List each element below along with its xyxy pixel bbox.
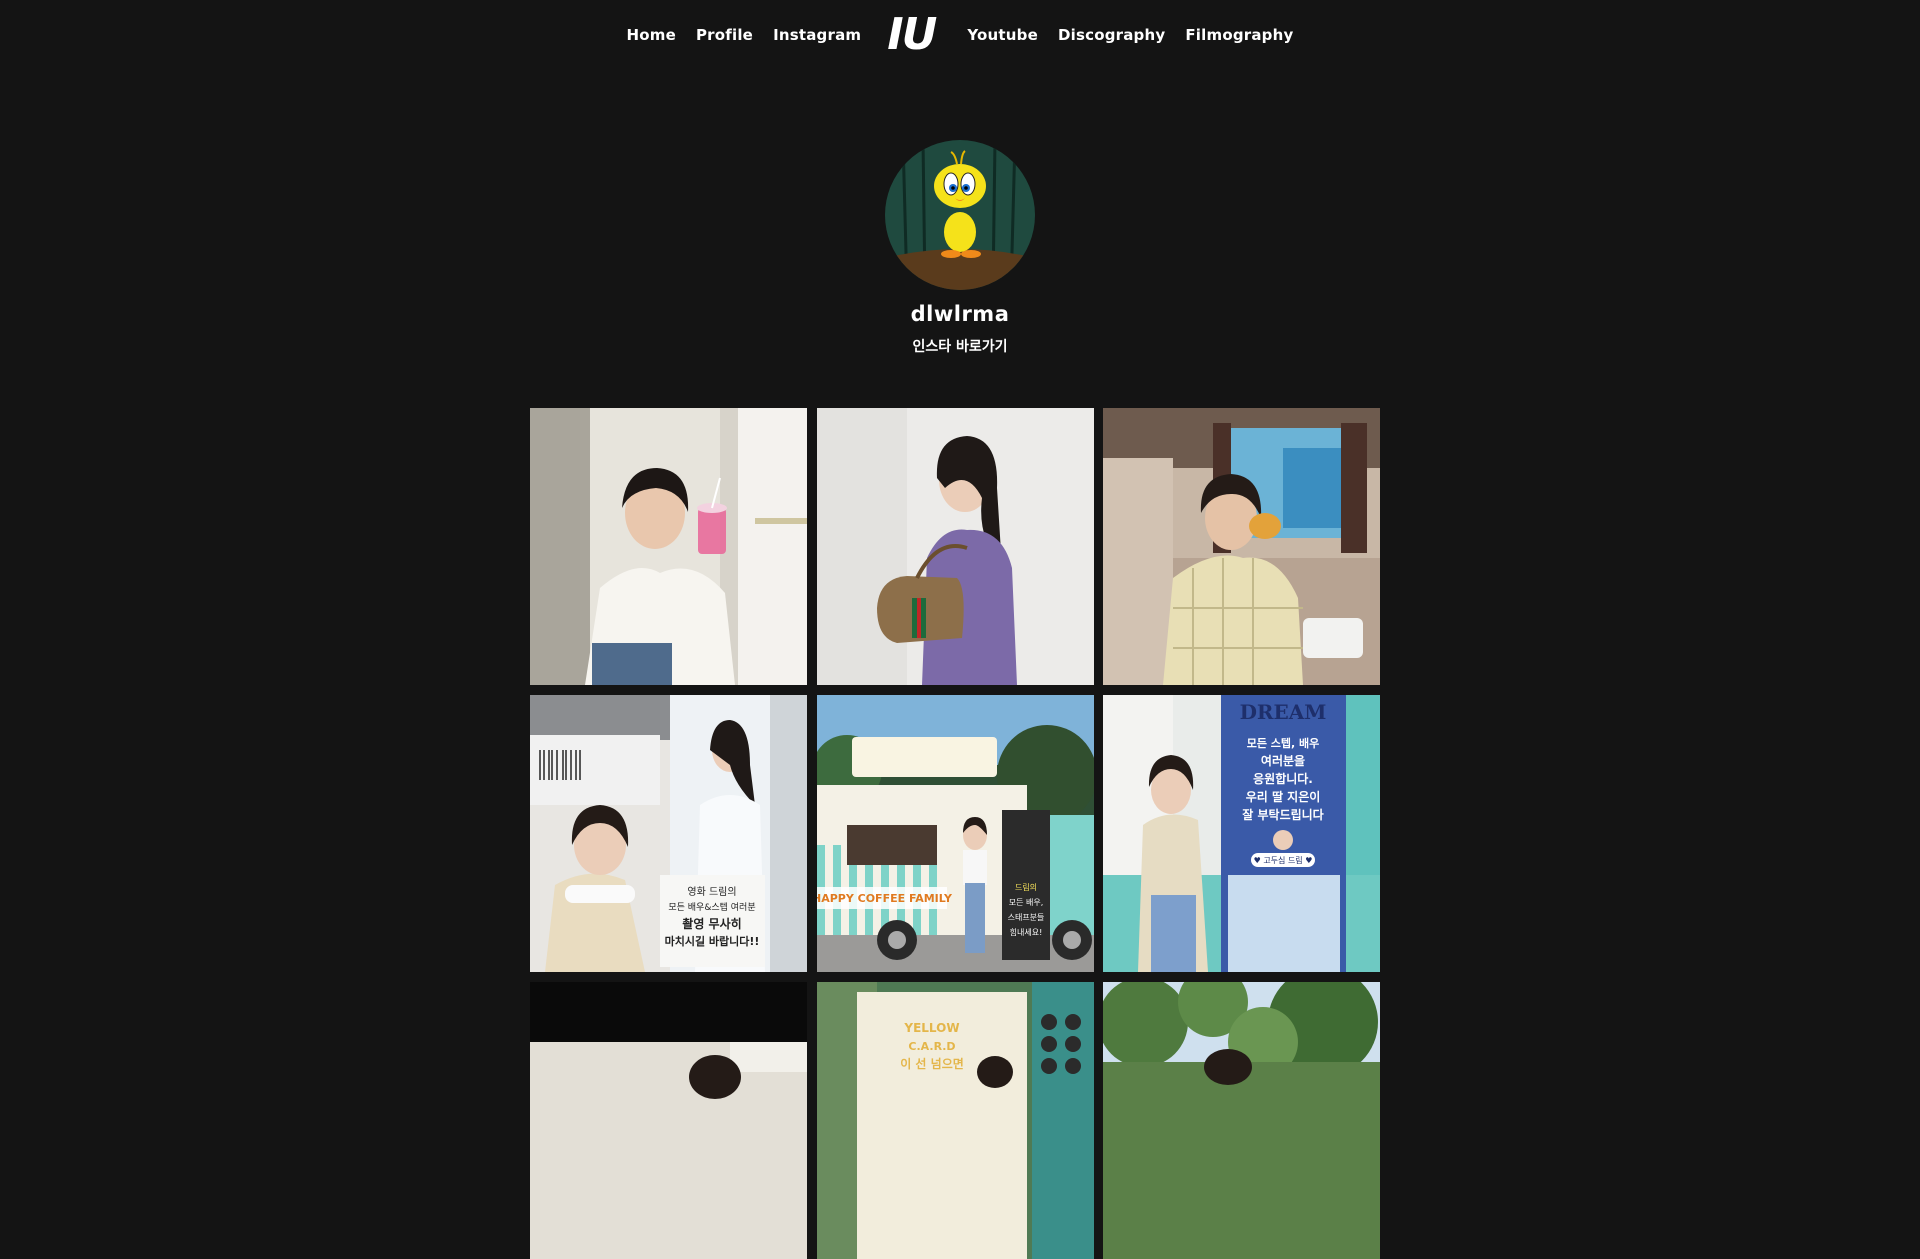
photo-yellow-card-icon: YELLOW C.A.R.D 이 선 넘으면 <box>816 982 1094 1259</box>
post-tile-6[interactable]: DREAM 모든 스텝, 배우 여러분을 응원합니다. 우리 딸 지은이 잘 부… <box>1103 695 1380 972</box>
photo-trees-icon <box>1103 982 1380 1259</box>
photo-dream-banner-icon: DREAM 모든 스텝, 배우 여러분을 응원합니다. 우리 딸 지은이 잘 부… <box>1103 695 1380 972</box>
dream-line-5: 잘 부탁드립니다 <box>1242 807 1323 822</box>
nav-discography-link[interactable]: Discography <box>1058 26 1165 44</box>
banner-line-4: 마치시길 바랍니다!! <box>665 934 760 948</box>
dream-line-2: 여러분을 <box>1261 753 1305 768</box>
sign-line-4: 힘내세요! <box>1009 927 1042 937</box>
photo-coffee-truck-icon: HAPPY COFFEE FAMILY 드림의 모든 배우, 스태프분들 힘내세… <box>816 695 1094 972</box>
dream-line-3: 응원합니다. <box>1253 771 1313 786</box>
card-line-3: 이 선 넘으면 <box>900 1056 964 1071</box>
photo-purple-sweater-bag-icon <box>816 408 1094 685</box>
profile-username: dlwlrma <box>910 302 1010 326</box>
nav-youtube-link[interactable]: Youtube <box>967 26 1038 44</box>
card-line-2: C.A.R.D <box>908 1040 955 1053</box>
tweety-bird-avatar <box>885 140 1035 290</box>
post-tile-3[interactable] <box>1103 408 1380 685</box>
nav-filmography-link[interactable]: Filmography <box>1185 26 1293 44</box>
instagram-shortcut-link[interactable]: 인스타 바로가기 <box>912 336 1007 356</box>
post-tile-7[interactable] <box>530 982 807 1259</box>
post-tile-8[interactable]: YELLOW C.A.R.D 이 선 넘으면 <box>816 982 1094 1259</box>
photo-cafe-drink-icon <box>530 408 807 685</box>
post-tile-2[interactable] <box>816 408 1094 685</box>
card-line-1: YELLOW <box>903 1021 959 1035</box>
post-tile-4[interactable]: 영화 드림의 모든 배우&스텝 여러분 촬영 무사히 마치시길 바랍니다!! <box>530 695 807 972</box>
dream-line-1: 모든 스텝, 배우 <box>1247 736 1320 750</box>
photo-grid: 영화 드림의 모든 배우&스텝 여러분 촬영 무사히 마치시길 바랍니다!! H… <box>530 408 1380 1259</box>
banner-line-1: 영화 드림의 <box>687 886 736 898</box>
sign-line-2: 모든 배우, <box>1008 898 1043 907</box>
sign-line-1: 드림의 <box>1014 882 1036 892</box>
post-tile-9[interactable] <box>1103 982 1380 1259</box>
logo-link[interactable]: IU <box>887 13 937 57</box>
banner-line-2: 모든 배우&스텝 여러분 <box>668 901 755 913</box>
banner-line-3: 촬영 무사히 <box>682 916 741 931</box>
nav-right: Youtube Discography Filmography <box>957 26 1303 44</box>
dream-footer: ♥ 고두심 드림 ♥ <box>1254 855 1313 865</box>
nav-home-link[interactable]: Home <box>627 26 676 44</box>
profile-section: dlwlrma 인스타 바로가기 <box>0 140 1920 356</box>
post-tile-1[interactable] <box>530 408 807 685</box>
top-nav: Home Profile Instagram IU Youtube Discog… <box>0 0 1920 70</box>
nav-instagram-link[interactable]: Instagram <box>773 26 861 44</box>
sign-line-3: 스태프분들 <box>1007 913 1044 922</box>
nav-profile-link[interactable]: Profile <box>696 26 753 44</box>
dream-line-4: 우리 딸 지은이 <box>1246 789 1321 804</box>
truck-text: HAPPY COFFEE FAMILY <box>817 892 953 905</box>
photo-banner-pose-icon: 영화 드림의 모든 배우&스텝 여러분 촬영 무사히 마치시길 바랍니다!! <box>530 695 807 972</box>
nav-left: Home Profile Instagram <box>617 26 872 44</box>
photo-car-eating-icon <box>1103 408 1380 685</box>
avatar-image <box>885 140 1035 290</box>
photo-partial-1-icon <box>530 982 807 1259</box>
post-tile-5[interactable]: HAPPY COFFEE FAMILY 드림의 모든 배우, 스태프분들 힘내세… <box>816 695 1094 972</box>
